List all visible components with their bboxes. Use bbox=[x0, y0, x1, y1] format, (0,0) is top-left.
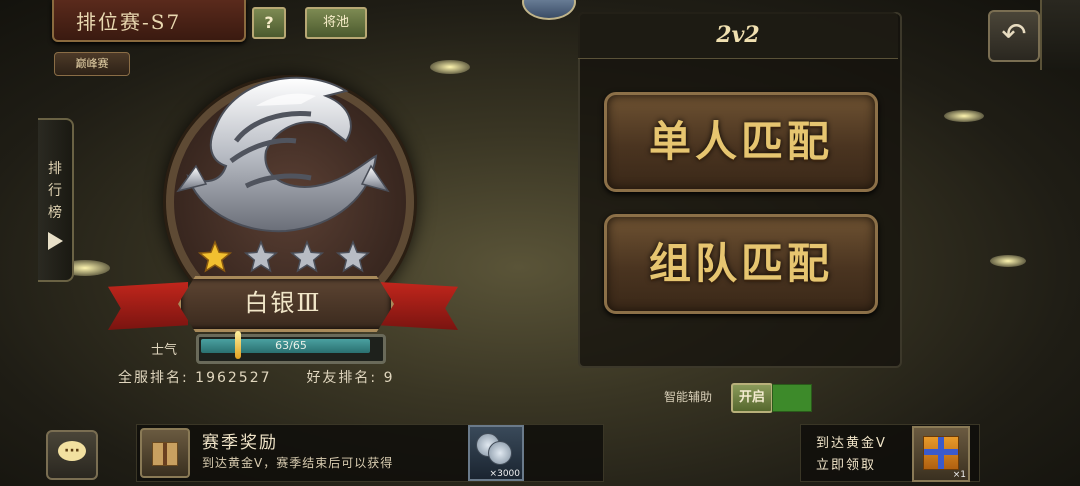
team-match-label: 组队匹配 bbox=[648, 239, 833, 288]
friend-rank-label: 好友排名: bbox=[306, 370, 378, 386]
mode-title: 2v2 bbox=[716, 22, 760, 48]
gift-box-icon bbox=[923, 436, 959, 470]
help-button[interactable]: ? bbox=[252, 7, 286, 39]
smart-assist-on-button[interactable]: 开启 bbox=[731, 383, 773, 413]
gift-box-icon bbox=[152, 442, 178, 466]
back-arrow-icon: ↶ bbox=[1001, 17, 1027, 52]
hero-pool-button[interactable]: 将池 bbox=[305, 7, 367, 39]
morale-value: 63/65 bbox=[275, 339, 307, 352]
peak-match-button[interactable]: 巅峰赛 bbox=[54, 52, 130, 76]
coin-reward-item[interactable]: ×3000 bbox=[468, 425, 524, 481]
leaderboard-label: 排 行 榜 bbox=[48, 161, 62, 221]
gold-reward-count: ×1 bbox=[952, 470, 966, 480]
banner-ribbon-left bbox=[108, 282, 188, 330]
smart-assist-toggle[interactable] bbox=[772, 384, 812, 412]
server-rank-label: 全服排名: bbox=[118, 370, 189, 386]
eagle-emblem-icon bbox=[176, 76, 390, 233]
chat-button[interactable]: ··· bbox=[46, 430, 98, 480]
back-button[interactable]: ↶ bbox=[988, 10, 1040, 62]
coin-icon bbox=[488, 441, 512, 465]
star-empty-icon bbox=[335, 239, 371, 273]
play-arrow-icon bbox=[48, 232, 63, 250]
team-match-button[interactable]: 组队匹配 bbox=[604, 214, 878, 314]
season-reward-subtitle: 到达黄金V，赛季结束后可以获得 bbox=[202, 456, 394, 470]
morale-bar: 63/65 bbox=[196, 331, 386, 364]
season-reward-title: 赛季奖励 bbox=[202, 433, 278, 453]
season-reward-button[interactable] bbox=[140, 428, 190, 478]
smart-assist-label: 智能辅助 bbox=[664, 390, 713, 404]
morale-label: 士气 bbox=[151, 343, 178, 358]
tier-name: 白银Ⅲ bbox=[244, 289, 322, 317]
server-rank-value: 1962527 bbox=[195, 370, 272, 386]
corner-decoration bbox=[1040, 0, 1080, 70]
rank-info: 全服排名: 1962527 好友排名: 9 bbox=[118, 367, 395, 387]
star-empty-icon bbox=[289, 239, 325, 273]
friend-rank-value: 9 bbox=[383, 370, 395, 386]
rank-stars bbox=[195, 239, 375, 276]
bookmark-icon[interactable] bbox=[522, 0, 576, 20]
season-title-plate: 排位赛-S7 bbox=[52, 0, 246, 42]
solo-match-button[interactable]: 单人匹配 bbox=[604, 92, 878, 192]
season-title: 排位赛-S7 bbox=[76, 10, 182, 34]
star-empty-icon bbox=[243, 239, 279, 273]
gold-reward-item[interactable]: ×1 bbox=[912, 426, 970, 482]
coin-reward-count: ×3000 bbox=[489, 469, 520, 479]
gold-reward-condition: 到达黄金V bbox=[816, 436, 887, 451]
solo-match-label: 单人匹配 bbox=[648, 117, 833, 166]
gold-reward-claim-label: 立即领取 bbox=[816, 458, 877, 473]
leaderboard-tab[interactable]: 排 行 榜 bbox=[38, 118, 74, 282]
star-filled-icon bbox=[197, 239, 233, 273]
